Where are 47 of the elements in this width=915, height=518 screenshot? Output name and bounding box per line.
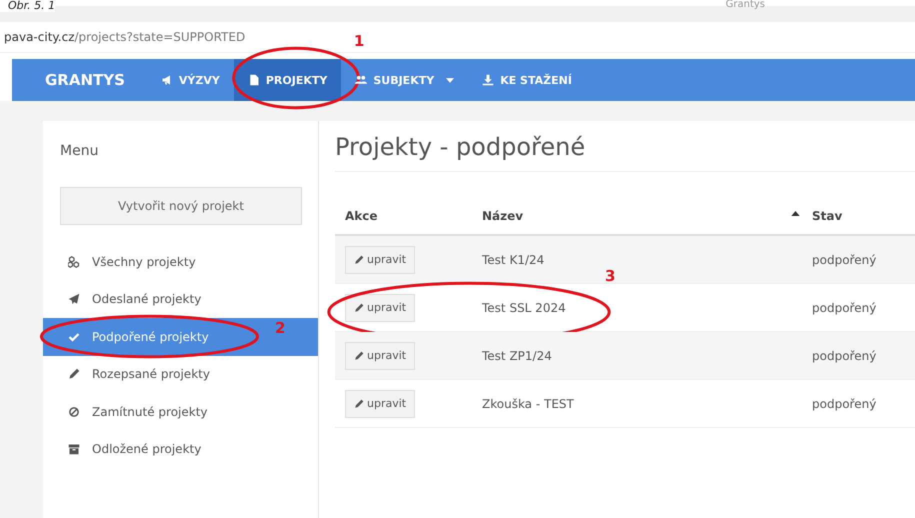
- sidebar-item[interactable]: Všechny projekty: [43, 243, 318, 280]
- annotation-number: 1: [354, 33, 364, 49]
- sort-icon[interactable]: [791, 210, 800, 216]
- table-cell: Zkouška - TEST: [482, 396, 574, 410]
- pencil-icon: [354, 350, 364, 360]
- annotation-number: 2: [275, 320, 286, 336]
- ban-icon: [68, 406, 80, 418]
- pencil-icon: [354, 302, 364, 312]
- brand-logo[interactable]: GRANTYS: [12, 59, 147, 101]
- pencil-icon: [68, 368, 80, 380]
- paper-plane-icon: [68, 293, 80, 306]
- table-cell: podpořený: [812, 252, 876, 266]
- edit-button[interactable]: upravit: [345, 294, 416, 322]
- nav-tab[interactable]: VÝZVY: [146, 59, 234, 101]
- sidebar-item[interactable]: Odeslané projekty: [43, 280, 318, 318]
- bullhorn-icon: [160, 74, 173, 86]
- pencil-icon: [354, 254, 364, 264]
- column-header[interactable]: Název: [482, 209, 524, 223]
- sidebar-item[interactable]: Odložené projekty: [43, 430, 318, 468]
- sidebar-item[interactable]: Rozepsané projekty: [43, 356, 318, 393]
- users-icon: [355, 74, 368, 86]
- cubes-icon: [68, 256, 80, 268]
- table-cell: podpořený: [812, 396, 876, 410]
- page-title: Projekty - podpořené: [335, 133, 915, 172]
- table-cell: Test K1/24: [482, 252, 544, 266]
- create-project-button[interactable]: Vytvořit nový projekt: [60, 187, 302, 225]
- figure-caption: Obr. 5. 1: [0, 0, 56, 12]
- sidebar-item[interactable]: Zamítnuté projekty: [43, 393, 318, 430]
- table-cell: Test ZP1/24: [482, 348, 552, 362]
- menu-title: Menu: [59, 142, 100, 161]
- pencil-icon: [354, 398, 364, 408]
- column-header[interactable]: Stav: [812, 209, 842, 223]
- table-cell: Test SSL 2024: [482, 300, 566, 314]
- file-icon: [248, 74, 260, 86]
- nav-tab[interactable]: PROJEKTY: [234, 59, 342, 101]
- column-header[interactable]: Akce: [345, 209, 378, 223]
- edit-button[interactable]: upravit: [345, 246, 416, 274]
- archive-icon: [68, 443, 80, 456]
- edit-button[interactable]: upravit: [345, 342, 416, 370]
- check-icon: [68, 330, 80, 343]
- table-cell: podpořený: [812, 348, 876, 362]
- nav-tab[interactable]: SUBJEKTY: [341, 59, 468, 101]
- table-cell: podpořený: [812, 300, 876, 314]
- edit-button[interactable]: upravit: [345, 390, 416, 418]
- nav-tab[interactable]: KE STAŽENÍ: [468, 59, 586, 101]
- download-icon: [482, 74, 494, 86]
- annotation-number: 3: [605, 268, 616, 284]
